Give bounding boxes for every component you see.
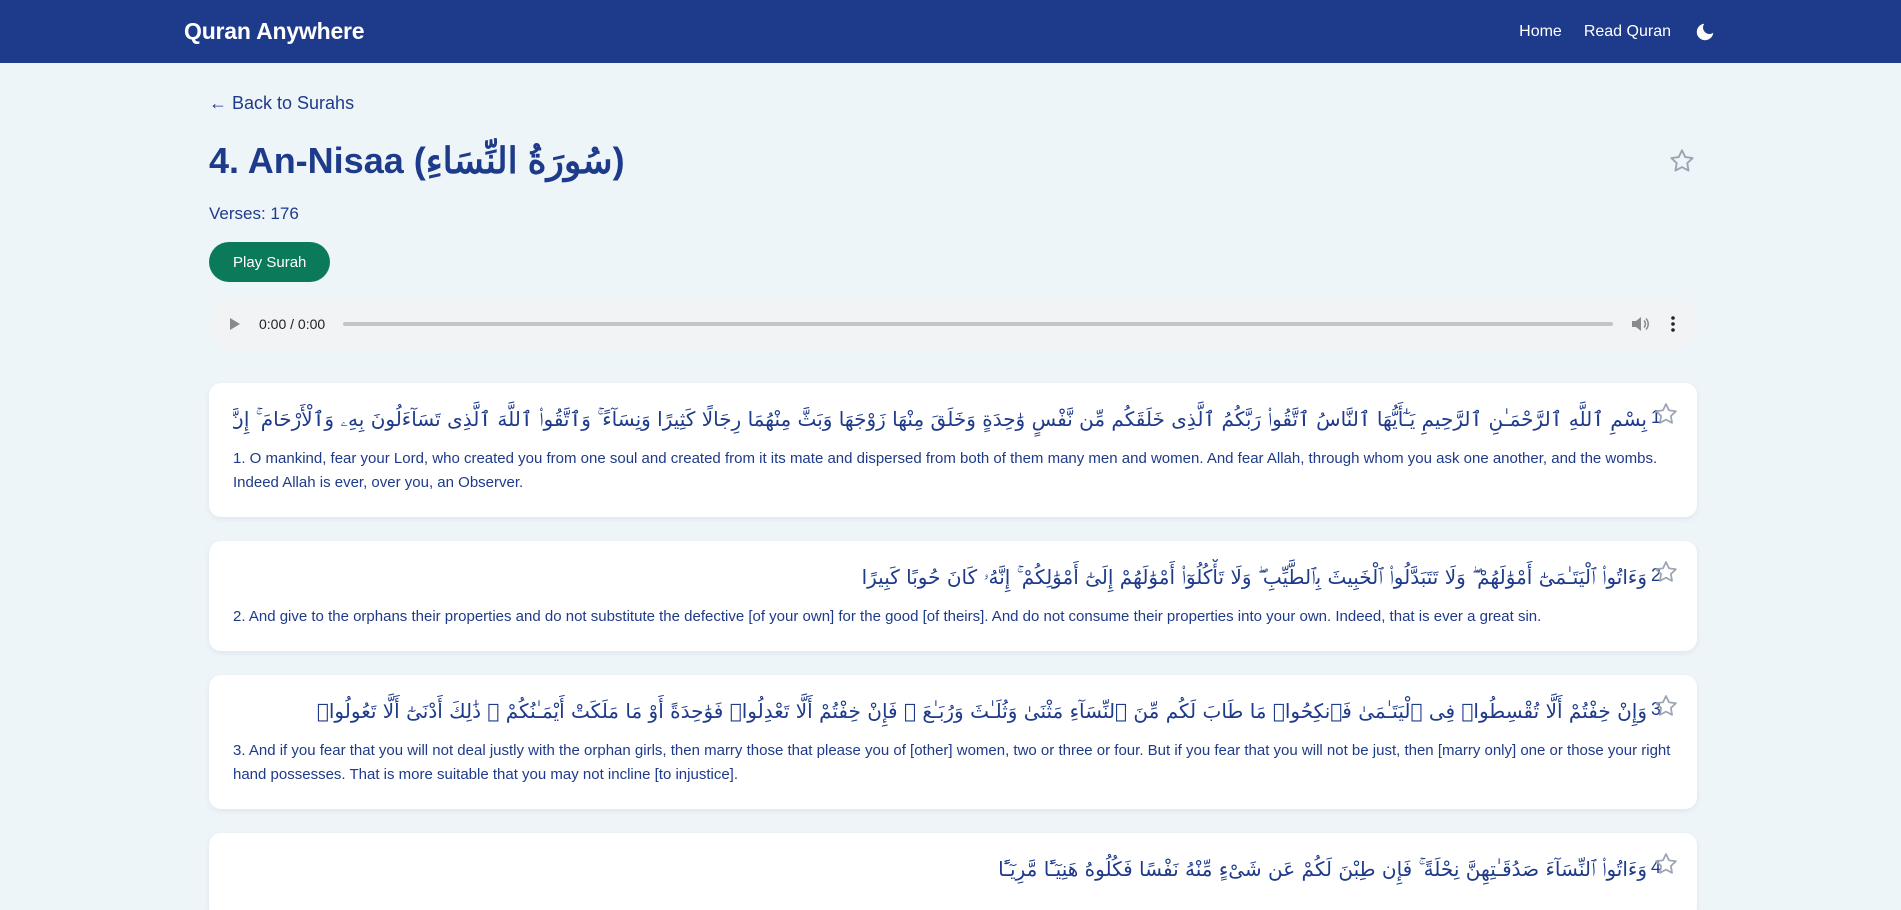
navbar: Quran Anywhere Home Read Quran (0, 0, 1901, 63)
verse-translation: 2. And give to the orphans their propert… (233, 608, 1542, 625)
audio-play-button[interactable] (229, 316, 245, 332)
verse-arabic: وَءَاتُوا۟ ٱلنِّسَآءَ صَدُقَـٰتِهِنَّ نِ… (998, 857, 1647, 881)
moon-icon (1696, 23, 1714, 40)
volume-icon (1632, 317, 1649, 331)
play-icon (230, 318, 240, 330)
verse-card: بِسْمِ ٱللَّهِ ٱلرَّحْمَـٰنِ ٱلرَّحِيمِ … (209, 383, 1697, 517)
bookmark-verse-button[interactable] (1653, 401, 1679, 427)
nav-links: Home Read Quran (1497, 20, 1717, 44)
bookmark-surah-button[interactable] (1667, 146, 1697, 176)
star-icon (1670, 149, 1694, 172)
verse-arabic: وَءَاتُوا۟ ٱلْيَتَـٰمَىٰٓ أَمْوَٰلَهُمْ … (861, 565, 1647, 589)
bookmark-verse-button[interactable] (1653, 851, 1679, 877)
verse-translation: 3. And if you fear that you will not dea… (233, 742, 1671, 783)
verse-translation: 1. O mankind, fear your Lord, who create… (233, 450, 1658, 491)
audio-more-options-button[interactable] (1665, 314, 1681, 334)
brand-logo[interactable]: Quran Anywhere (184, 18, 365, 45)
nav-home-link[interactable]: Home (1519, 23, 1562, 41)
title-row: 4. An-Nisaa (سُورَةُ النِّسَاءِ) (209, 136, 1697, 186)
audio-volume-button[interactable] (1631, 314, 1651, 334)
surah-page: ← Back to Surahs 4. An-Nisaa (سُورَةُ ال… (209, 63, 1697, 910)
star-icon (1655, 695, 1677, 716)
verse-list: بِسْمِ ٱللَّهِ ٱلرَّحْمَـٰنِ ٱلرَّحِيمِ … (209, 383, 1697, 910)
audio-progress-slider[interactable] (343, 322, 1613, 326)
bookmark-verse-button[interactable] (1653, 559, 1679, 585)
star-icon (1655, 561, 1677, 582)
verses-count: Verses: 176 (209, 204, 299, 223)
bookmark-verse-button[interactable] (1653, 693, 1679, 719)
verse-arabic: بِسْمِ ٱللَّهِ ٱلرَّحْمَـٰنِ ٱلرَّحِيمِ … (233, 407, 1647, 431)
page-title: 4. An-Nisaa (سُورَةُ النِّسَاءِ) (209, 140, 625, 181)
nav-read-quran-link[interactable]: Read Quran (1584, 23, 1671, 41)
star-icon (1655, 403, 1677, 424)
audio-player: 0:00 / 0:00 (209, 297, 1697, 351)
star-icon (1655, 853, 1677, 874)
audio-time: 0:00 / 0:00 (259, 316, 326, 332)
verse-card: وَءَاتُوا۟ ٱلْيَتَـٰمَىٰٓ أَمْوَٰلَهُمْ … (209, 541, 1697, 651)
verse-card: وَإِنْ خِفْتُمْ أَلَّا تُقْسِطُوا۟ فِى ٱ… (209, 675, 1697, 809)
back-to-surahs-link[interactable]: ← Back to Surahs (209, 93, 354, 114)
more-vertical-icon (1671, 316, 1675, 332)
dark-mode-toggle[interactable] (1693, 20, 1717, 44)
verse-arabic: وَإِنْ خِفْتُمْ أَلَّا تُقْسِطُوا۟ فِى ٱ… (316, 699, 1647, 723)
verse-card: وَءَاتُوا۟ ٱلنِّسَآءَ صَدُقَـٰتِهِنَّ نِ… (209, 833, 1697, 910)
play-surah-button[interactable]: Play Surah (209, 242, 331, 282)
